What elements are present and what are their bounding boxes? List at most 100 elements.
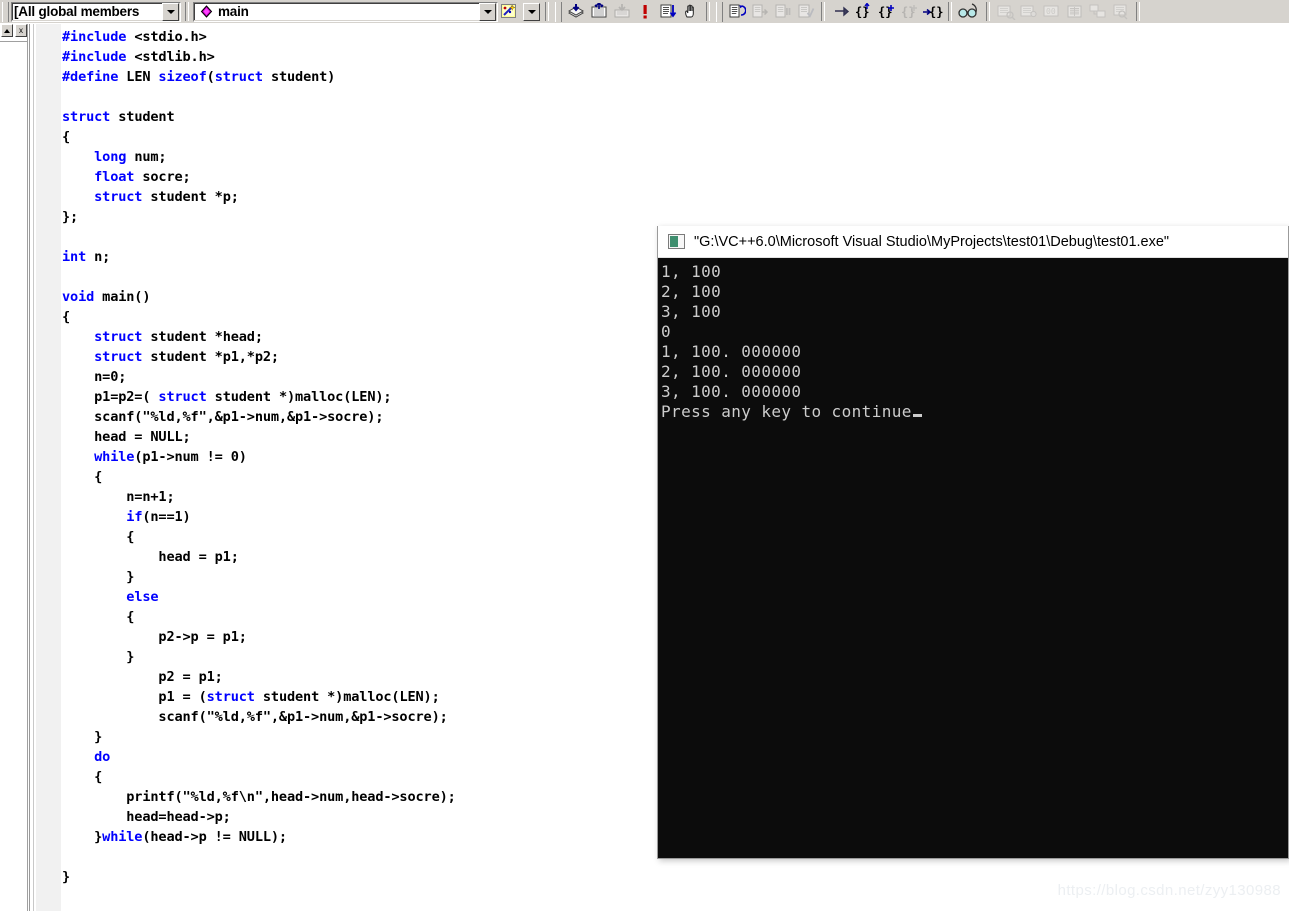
glasses-quickwatch-icon[interactable] bbox=[956, 1, 982, 23]
braces-plus-icon[interactable]: {} bbox=[875, 1, 898, 23]
code-span: socre; bbox=[134, 169, 191, 185]
code-span: ( bbox=[206, 69, 215, 85]
code-span: num; bbox=[126, 149, 167, 165]
toolbar-separator bbox=[821, 2, 825, 21]
code-preprocessor: #define bbox=[62, 69, 119, 85]
console-output[interactable]: 1, 100 2, 100 3, 100 0 1, 100. 000000 2, 100.… bbox=[658, 258, 1288, 858]
variables-window-icon bbox=[1017, 1, 1040, 23]
code-span bbox=[62, 509, 126, 525]
console-title-text: "G:\VC++6.0\Microsoft Visual Studio\MyPr… bbox=[694, 233, 1170, 250]
code-span: n=n+1; bbox=[62, 489, 175, 505]
code-keyword: void bbox=[62, 289, 95, 305]
code-keyword: else bbox=[126, 589, 159, 605]
code-span: { bbox=[62, 129, 71, 145]
dock-buttons: x bbox=[1, 24, 28, 40]
toolbar-grip[interactable] bbox=[716, 1, 723, 22]
code-span: scanf("%ld,%f",&p1->num,&p1->socre); bbox=[62, 409, 384, 425]
console-line: 1, 100 bbox=[661, 262, 722, 281]
code-keyword: long bbox=[94, 149, 127, 165]
toolbar-separator bbox=[706, 2, 710, 21]
watermark-text: https://blog.csdn.net/zyy130988 bbox=[1057, 882, 1281, 899]
svg-text:{}: {} bbox=[929, 5, 943, 19]
code-span: head = NULL; bbox=[62, 429, 191, 445]
code-span bbox=[62, 149, 94, 165]
toolbar-grip[interactable] bbox=[2, 1, 9, 22]
chevron-down-icon[interactable] bbox=[162, 2, 179, 21]
code-span: p1 = ( bbox=[62, 689, 207, 705]
code-keyword: struct bbox=[94, 189, 143, 205]
step-arrow-icon[interactable] bbox=[829, 1, 852, 23]
code-preprocessor: #include bbox=[62, 29, 127, 45]
stop-build-icon bbox=[610, 1, 633, 23]
build-icon[interactable] bbox=[587, 1, 610, 23]
code-span bbox=[62, 589, 126, 605]
code-span: (p1->num != 0) bbox=[134, 449, 247, 465]
break-execution-icon bbox=[771, 1, 794, 23]
editor-left-rule bbox=[29, 24, 34, 911]
restart-debug-icon[interactable] bbox=[725, 1, 748, 23]
code-span: printf("%ld,%f\n",head->num,head->socre)… bbox=[62, 789, 456, 805]
wizardbar-action-button[interactable] bbox=[498, 2, 520, 22]
svg-text:00: 00 bbox=[1046, 7, 1056, 16]
disassembly-icon bbox=[1109, 1, 1132, 23]
go-debug-icon[interactable] bbox=[656, 1, 679, 23]
apply-code-changes-icon bbox=[794, 1, 817, 23]
chevron-down-icon[interactable] bbox=[479, 2, 496, 21]
exclamation-run-icon[interactable] bbox=[633, 1, 656, 23]
code-span: n; bbox=[86, 249, 111, 265]
console-line: 2, 100 bbox=[661, 282, 722, 301]
function-combo-value: main bbox=[218, 4, 249, 19]
code-span: student *)malloc(LEN); bbox=[254, 689, 440, 705]
global-members-combo-value: [All global members bbox=[14, 4, 140, 19]
braces-arrow-icon[interactable]: {} bbox=[921, 1, 944, 23]
up-arrow-icon[interactable] bbox=[1, 24, 13, 37]
wizardbar-dropdown-icon[interactable] bbox=[523, 2, 540, 21]
code-line: { bbox=[62, 127, 1289, 147]
code-span: student *head; bbox=[142, 329, 263, 345]
code-keyword: while bbox=[102, 829, 143, 845]
close-x-icon[interactable]: x bbox=[15, 24, 27, 37]
code-span bbox=[62, 329, 94, 345]
console-line: 3, 100 bbox=[661, 302, 722, 321]
code-line: #define LEN sizeof(struct student) bbox=[62, 67, 1289, 87]
code-keyword: struct bbox=[62, 109, 111, 125]
code-span: student) bbox=[262, 69, 336, 85]
console-line: 3, 100. 000000 bbox=[661, 382, 802, 401]
braces-step-icon[interactable]: {} bbox=[852, 1, 875, 23]
function-combo[interactable]: main bbox=[193, 1, 498, 22]
global-members-combo[interactable]: [All global members bbox=[11, 1, 181, 22]
code-span bbox=[62, 169, 94, 185]
code-span: (head->p != NULL); bbox=[142, 829, 287, 845]
toolbar-separator bbox=[1136, 2, 1140, 21]
code-span: { bbox=[62, 769, 103, 785]
wizardbar-toolbar: [All global members main {} {} {} {} 00 bbox=[0, 0, 1289, 24]
code-span: }; bbox=[62, 209, 79, 225]
workspace-dock-strip: x bbox=[0, 24, 28, 911]
memory-window-icon bbox=[1063, 1, 1086, 23]
braces-faded-icon: {} bbox=[898, 1, 921, 23]
code-span: LEN bbox=[118, 69, 159, 85]
editor-gutter[interactable] bbox=[36, 24, 61, 911]
code-keyword: if bbox=[126, 509, 143, 525]
toolbar-grip[interactable] bbox=[555, 1, 562, 22]
code-span: p2 = p1; bbox=[62, 669, 223, 685]
console-title-bar[interactable]: "G:\VC++6.0\Microsoft Visual Studio\MyPr… bbox=[658, 226, 1288, 258]
console-window[interactable]: "G:\VC++6.0\Microsoft Visual Studio\MyPr… bbox=[657, 226, 1289, 859]
code-span: head=head->p; bbox=[62, 809, 231, 825]
console-line: Press any key to continue bbox=[661, 402, 1288, 422]
code-span bbox=[62, 189, 94, 205]
code-span: main() bbox=[94, 289, 151, 305]
code-keyword: while bbox=[94, 449, 135, 465]
code-span: student *)malloc(LEN); bbox=[206, 389, 392, 405]
dock-body bbox=[0, 41, 27, 911]
compile-icon[interactable] bbox=[564, 1, 587, 23]
code-line: struct student bbox=[62, 107, 1289, 127]
code-span: student bbox=[110, 109, 175, 125]
code-span: } bbox=[62, 829, 103, 845]
code-keyword: struct bbox=[94, 329, 143, 345]
code-span: } bbox=[62, 729, 103, 745]
code-span: <stdio.h> bbox=[126, 29, 207, 45]
hand-breakpoint-icon[interactable] bbox=[679, 1, 702, 23]
code-line: float socre; bbox=[62, 167, 1289, 187]
